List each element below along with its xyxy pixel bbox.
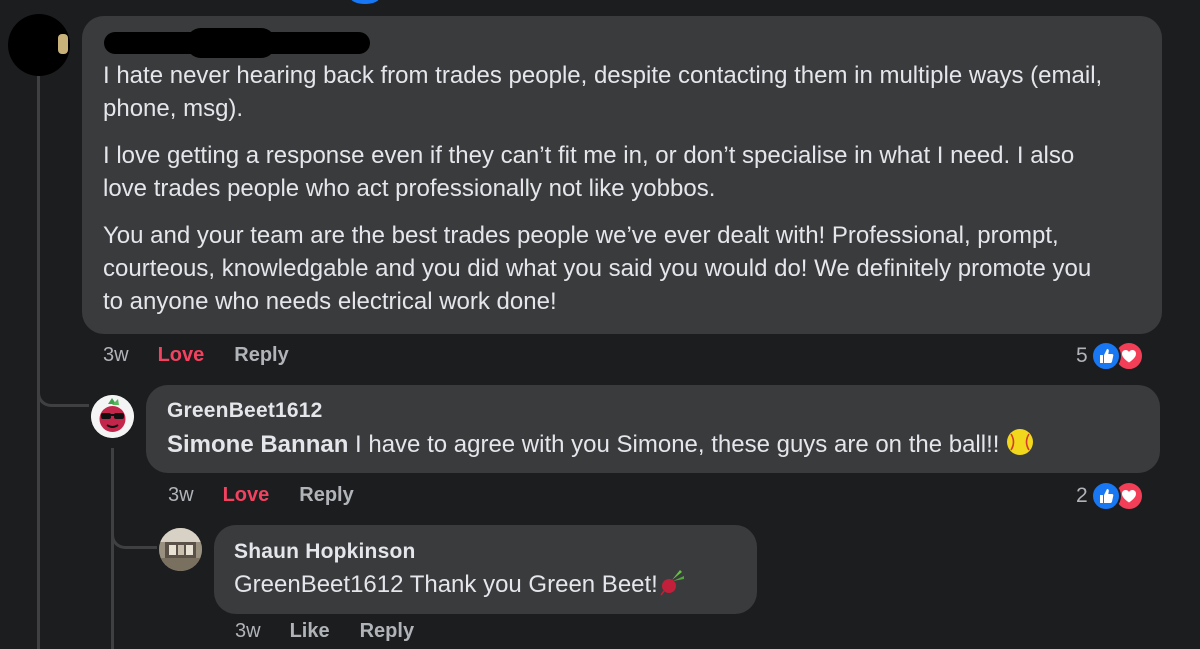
mention-link[interactable]: Simone Bannan [167,431,348,458]
comment-text: GreenBeet1612 Thank you Green Beet! [234,568,686,605]
reaction-count: 5 [1076,344,1088,367]
softball-icon [1006,428,1034,465]
comment-text-body: I have to agree with you Simone, these g… [348,431,1000,458]
comment-actions-greenbeet: 3w Love Reply [168,484,354,507]
thread-line-reply1 [111,448,114,649]
top-cropped-indicator [350,0,380,4]
beet-icon [658,568,686,605]
timestamp[interactable]: 3w [235,620,261,643]
avatar-redacted[interactable] [8,14,70,76]
comment-bubble-greenbeet: GreenBeet1612 Simone Bannan I have to ag… [146,385,1160,473]
like-button[interactable]: Like [290,620,330,643]
comment-paragraph: I love getting a response even if they c… [103,142,1075,202]
comment-actions-main: 3w Love Reply [103,344,289,367]
comment-bubble-main: I hate never hearing back from trades pe… [82,16,1162,334]
comment-paragraph: I hate never hearing back from trades pe… [103,62,1103,122]
avatar-greenbeet[interactable] [91,395,134,438]
thread-branch-reply2 [111,530,157,549]
timestamp[interactable]: 3w [168,484,194,507]
reply-button[interactable]: Reply [360,620,414,643]
love-button[interactable]: Love [223,484,270,507]
comment-bubble-shaun: Shaun Hopkinson GreenBeet1612 Thank you … [214,525,757,614]
comment-text-body: GreenBeet1612 Thank you Green Beet! [234,571,658,598]
thread-branch-reply1 [37,393,89,407]
reply-button[interactable]: Reply [299,484,353,507]
reaction-summary-main[interactable]: 5 [1076,341,1144,371]
thread-line-main [37,60,40,649]
timestamp[interactable]: 3w [103,344,129,367]
avatar-redaction [58,34,68,54]
comment-author[interactable]: Shaun Hopkinson [234,540,416,564]
like-icon [1090,341,1121,371]
comment-author[interactable]: GreenBeet1612 [167,399,323,423]
avatar-shaun[interactable] [159,528,202,571]
author-name-redacted-blob [186,28,276,58]
reaction-count: 2 [1076,484,1088,507]
comment-paragraph: You and your team are the best trades pe… [103,222,1092,315]
comment-thread: I hate never hearing back from trades pe… [0,0,1200,649]
like-icon [1090,481,1121,511]
comment-actions-shaun: 3w Like Reply [235,620,414,643]
love-button[interactable]: Love [158,344,205,367]
reaction-summary-greenbeet[interactable]: 2 [1076,481,1144,511]
comment-text: I hate never hearing back from trades pe… [103,59,1113,318]
reply-button[interactable]: Reply [234,344,288,367]
comment-text: Simone Bannan I have to agree with you S… [167,428,1034,465]
